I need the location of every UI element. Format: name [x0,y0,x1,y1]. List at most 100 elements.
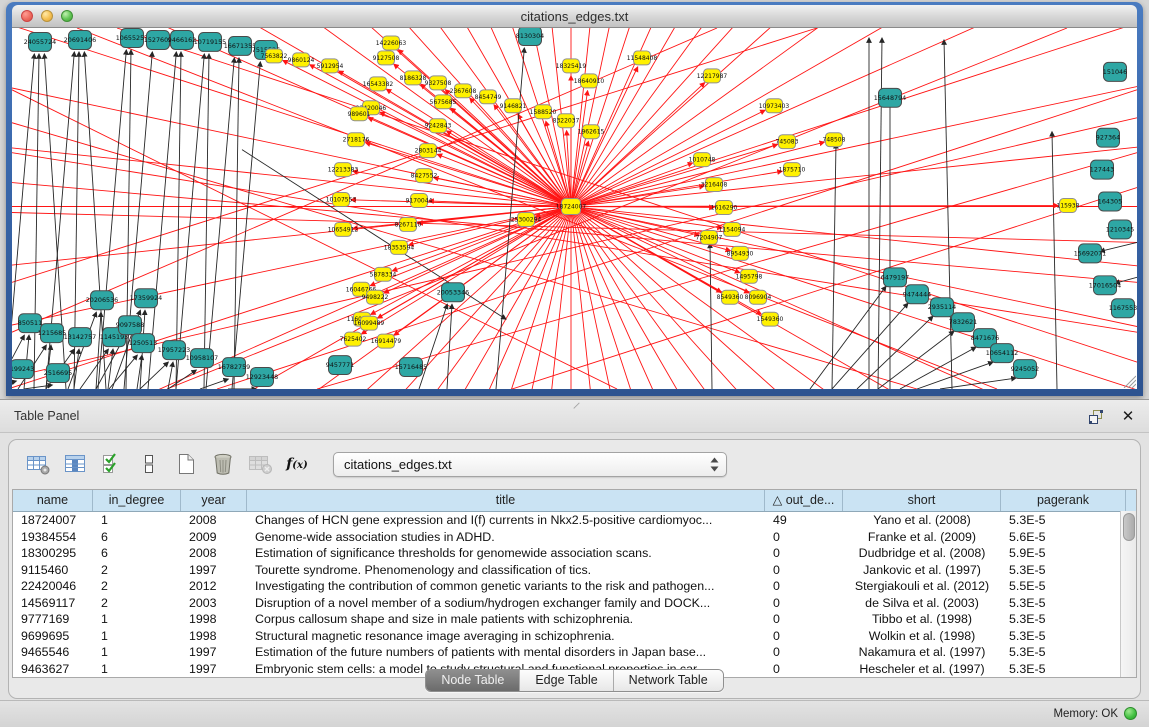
column-header-title[interactable]: title [247,490,765,511]
column-header-name[interactable]: name [13,490,93,511]
yellow-node[interactable]: 8322037 [553,114,580,128]
yellow-node[interactable]: 12217987 [697,69,728,83]
yellow-node[interactable]: 1875710 [779,163,806,177]
select-columns-icon[interactable] [97,451,127,478]
yellow-node[interactable]: 8267110 [395,217,422,231]
canvas-resize-grip[interactable] [1120,372,1136,388]
zoom-window-button[interactable] [61,10,73,22]
teal-node[interactable]: 10719155 [194,32,226,51]
table-row[interactable]: 977716911998Corpus callosum shape and si… [13,611,1136,628]
teal-node[interactable]: 12923448 [246,368,278,387]
column-header-in-degree[interactable]: in_degree [93,490,181,511]
teal-node[interactable]: 15716485 [395,358,427,377]
pane-divider-grip[interactable] [569,403,576,410]
row-height-icon[interactable] [134,451,164,478]
yellow-node[interactable]: 11548408 [627,51,658,65]
teal-node[interactable]: 20691406 [64,30,96,49]
teal-node[interactable]: 151046 [1103,62,1127,81]
yellow-node[interactable]: 115938 [1057,199,1080,213]
yellow-node[interactable]: 1962615 [578,125,605,139]
tab-edge-table[interactable]: Edge Table [519,670,612,691]
column-header-short[interactable]: short [843,490,1001,511]
scrollbar-thumb[interactable] [1123,513,1135,541]
table-row[interactable]: 946554611997Estimation of the future num… [13,644,1136,661]
table-row[interactable]: 1830029562008Estimation of significance … [13,545,1136,562]
yellow-node[interactable]: 8454749 [475,90,502,104]
teal-node[interactable]: 17359924 [130,289,162,308]
yellow-node[interactable]: 16543382 [363,77,394,91]
teal-node[interactable]: 9245052 [1011,360,1039,379]
teal-node[interactable]: 10958107 [186,349,218,368]
teal-node[interactable]: 2935114 [928,298,956,317]
teal-node[interactable]: 1250513 [129,334,157,353]
teal-node[interactable]: 15692071 [1074,244,1106,263]
column-header-pagerank[interactable]: pagerank [1001,490,1126,511]
yellow-node[interactable]: 2718176 [343,133,370,147]
minimize-window-button[interactable] [41,10,53,22]
network-canvas[interactable]: 2405572420691406106552571527602946616210… [12,28,1137,389]
teal-node[interactable]: 24055724 [24,32,56,51]
table-row[interactable]: 2242004622012Investigating the contribut… [13,578,1136,595]
float-window-icon[interactable] [1087,407,1105,425]
tab-network-table[interactable]: Network Table [613,670,723,691]
yellow-node[interactable]: 745083 [776,135,799,149]
yellow-node[interactable]: 9242843 [425,119,452,133]
teal-node[interactable]: 13142757 [64,328,96,347]
yellow-node[interactable]: 9170044 [406,194,433,208]
teal-node[interactable]: 10654112 [986,344,1018,363]
table-select-dropdown[interactable]: citations_edges.txt [333,452,727,477]
yellow-node[interactable]: 748508 [823,133,846,147]
teal-node[interactable]: 9474444 [903,285,931,304]
yellow-node[interactable]: 18640910 [574,74,605,88]
tab-node-table[interactable]: Node Table [426,670,519,691]
teal-node[interactable]: 6479197 [881,268,909,287]
table-mode-icon[interactable] [23,451,53,478]
table-row[interactable]: 969969511998Structural magnetic resonanc… [13,628,1136,645]
yellow-node[interactable]: 1616290 [711,201,738,215]
table-row[interactable]: 911546021997Tourette syndrome. Phenomeno… [13,562,1136,579]
teal-node[interactable]: 127443 [1090,160,1114,179]
memory-status-dot[interactable] [1124,707,1137,720]
table-row[interactable]: 1456911722003Disruption of a novel membe… [13,595,1136,612]
network-window-titlebar[interactable]: citations_edges.txt [12,5,1137,28]
yellow-node[interactable]: 3216408 [701,178,728,192]
teal-node[interactable]: 8130304 [516,28,544,45]
teal-node[interactable]: 20053346 [437,283,469,302]
column-header-out-de-[interactable]: △ out_de... [765,490,843,511]
teal-node[interactable]: 20206536 [86,291,118,310]
yellow-node[interactable]: 989601 [348,107,371,121]
close-window-button[interactable] [21,10,33,22]
teal-node[interactable]: 9466162 [168,30,196,49]
yellow-node[interactable]: 10654912 [328,222,359,236]
yellow-node[interactable]: 2803144 [415,144,442,158]
yellow-node[interactable]: 14226063 [376,36,407,50]
yellow-node[interactable]: 9127508 [373,51,400,65]
yellow-node[interactable]: 5878334 [370,267,397,281]
table-vertical-scrollbar[interactable] [1120,511,1136,677]
table-row[interactable]: 1938455462009Genome-wide association stu… [13,529,1136,546]
teal-node[interactable]: 9097588 [116,316,144,335]
close-panel-icon[interactable]: ✕ [1119,407,1137,425]
teal-node[interactable]: 7832621 [949,313,977,332]
table-row[interactable]: 1872400712008Changes of HCN gene express… [13,512,1136,529]
delete-column-icon[interactable] [208,451,238,478]
yellow-node[interactable]: 8427552 [411,169,438,183]
yellow-node[interactable]: 18353594 [384,240,415,254]
teal-node[interactable]: 15648794 [874,88,906,107]
teal-node[interactable]: 1167553 [1109,299,1137,318]
new-column-icon[interactable] [171,451,201,478]
teal-node[interactable]: 1215685 [38,324,66,343]
teal-node[interactable]: 2516695 [44,364,72,383]
teal-node[interactable]: 17016504 [1089,276,1121,295]
teal-node[interactable]: 927364 [1096,128,1120,147]
yellow-node[interactable]: 2367608 [450,84,477,98]
yellow-node[interactable]: 9146821 [500,99,527,113]
teal-node[interactable]: 164305 [1098,192,1122,211]
yellow-node[interactable]: 18325419 [556,59,587,73]
teal-node[interactable]: 199243 [12,360,34,379]
yellow-node[interactable]: 7625402 [340,332,367,346]
yellow-node[interactable]: 9327508 [425,76,452,90]
yellow-node[interactable]: 16914479 [371,334,402,348]
teal-node[interactable]: 9457771 [326,356,354,375]
show-columns-icon[interactable] [60,451,90,478]
